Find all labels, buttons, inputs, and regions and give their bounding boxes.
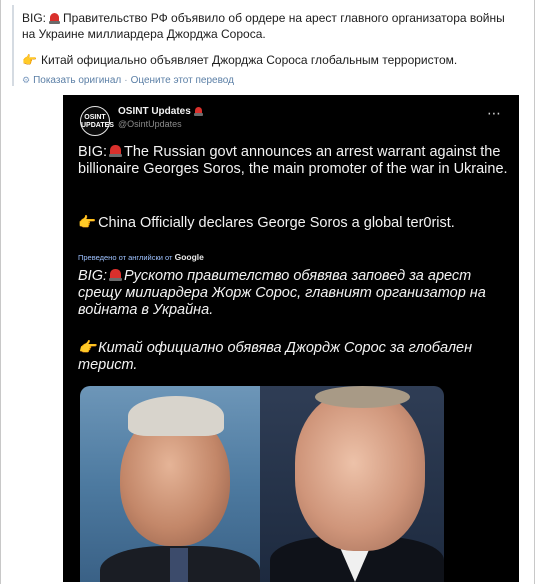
translation-line-2: 👉 Китай официально объявляет Джорджа Соро… bbox=[22, 52, 521, 68]
siren-icon bbox=[109, 144, 123, 158]
pointing-hand-icon: 👉 bbox=[78, 340, 97, 356]
display-name-text: OSINT Updates bbox=[118, 106, 191, 117]
gear-icon: ⚙ bbox=[22, 75, 31, 85]
photo-right-portrait bbox=[260, 386, 444, 582]
bg-china-body: Китай официално обявява Джордж Сорос за … bbox=[78, 340, 473, 373]
tweet-display-name: OSINT Updates bbox=[118, 106, 206, 117]
siren-icon bbox=[49, 12, 61, 24]
tweet-bulgarian-text: BIG: Руското правителство обявява заповед… bbox=[78, 268, 508, 319]
post-frame: BIG: Правительство РФ объявило об ордере … bbox=[0, 0, 536, 584]
link-separator: · bbox=[124, 75, 128, 86]
pointing-hand-icon: 👉 bbox=[78, 215, 97, 231]
siren-icon bbox=[193, 106, 203, 116]
tweet-china-body: China Officially declares George Soros a… bbox=[98, 215, 455, 231]
google-translate-note: Преведено от английски от Google bbox=[78, 252, 204, 262]
more-options-icon: ⋯ bbox=[487, 105, 502, 121]
tweet-bulgarian-china-text: 👉 Китай официално обявява Джордж Сорос за… bbox=[78, 340, 508, 374]
tweet-prefix: BIG: bbox=[78, 144, 108, 160]
pointing-hand-icon: 👉 bbox=[22, 53, 37, 67]
translation-prefix: BIG: bbox=[22, 11, 47, 25]
bg-body: Руското правителство обявява заповед за … bbox=[78, 268, 486, 318]
rate-translation-link[interactable]: Оцените этот перевод bbox=[131, 75, 234, 86]
tweet-main-body: The Russian govt announces an arrest war… bbox=[78, 144, 508, 177]
translation-text-2: Китай официально объявляет Джорджа Сорос… bbox=[40, 53, 458, 67]
tweet-handle: @OsintUpdates bbox=[118, 119, 182, 129]
tweet-main-text: BIG: The Russian govt announces an arrest… bbox=[78, 144, 508, 178]
translation-links: ⚙ Показать оригинал · Оцените этот перев… bbox=[22, 75, 521, 86]
photo-left-portrait bbox=[80, 386, 260, 582]
avatar: OSINT UPDATES bbox=[80, 106, 114, 136]
tweet-china-text: 👉 China Officially declares George Soros … bbox=[78, 215, 508, 232]
translation-text-1: Правительство РФ объявило об ордере на а… bbox=[22, 11, 505, 41]
bg-prefix: BIG: bbox=[78, 268, 108, 284]
translation-line-1: BIG: Правительство РФ объявило об ордере … bbox=[22, 10, 521, 42]
frame-border-left bbox=[0, 0, 1, 584]
google-note-text: Преведено от английски от bbox=[78, 253, 173, 262]
tweet-photo bbox=[80, 386, 444, 582]
tweet-screenshot-image[interactable]: OSINT UPDATES OSINT Updates @OsintUpdate… bbox=[63, 95, 519, 582]
frame-border-right bbox=[534, 0, 535, 584]
translation-block: BIG: Правительство РФ объявило об ордере … bbox=[12, 5, 521, 86]
siren-icon bbox=[109, 268, 123, 282]
google-brand: Google bbox=[174, 252, 204, 262]
show-original-link[interactable]: Показать оригинал bbox=[33, 75, 121, 86]
